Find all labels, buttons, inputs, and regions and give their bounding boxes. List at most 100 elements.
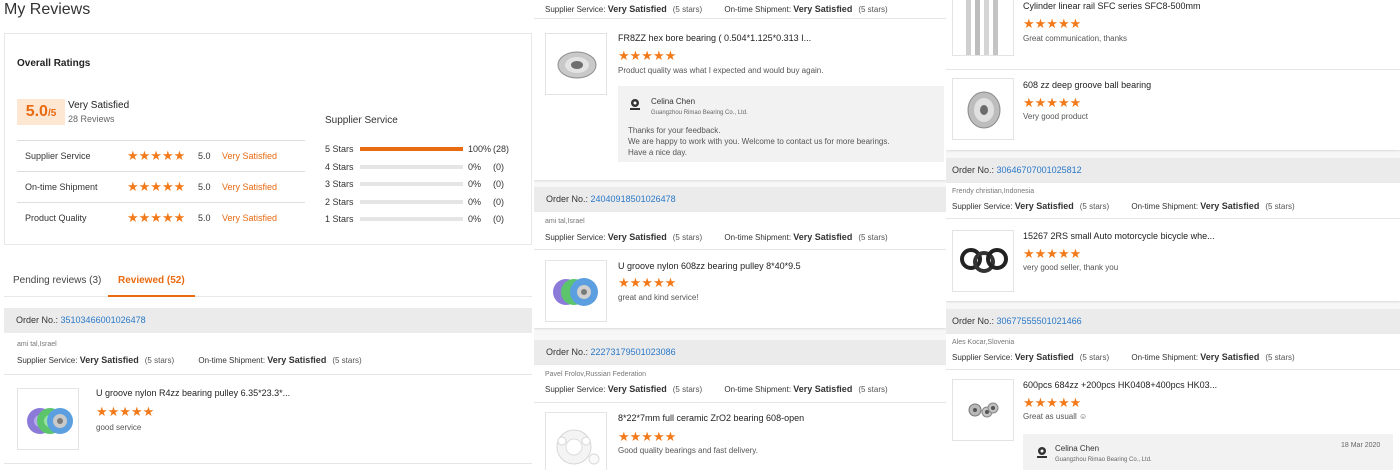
seller-reply: Celina Chen Guangzhou Rimao Bearing Co.,…: [618, 86, 944, 162]
product-title-link[interactable]: 600pcs 684zz +200pcs HK0408+400pcs HK03.…: [1023, 380, 1217, 390]
page-title: My Reviews: [4, 1, 91, 18]
tab-reviewed[interactable]: Reviewed (52): [108, 275, 195, 297]
tab-pending-reviews[interactable]: Pending reviews (3): [13, 275, 101, 286]
review-comment: Great as usuall ☺: [1023, 412, 1088, 421]
reviews-list-panel-3: Cylinder linear rail SFC series SFC8-500…: [946, 0, 1400, 470]
product-star-rating: ★★★★★: [618, 429, 677, 444]
supplier-service-dist-title: Supplier Service: [325, 115, 398, 126]
divider: [534, 18, 946, 19]
seller-logo-icon: [628, 98, 642, 112]
seller-name: Celina Chen: [1055, 444, 1100, 453]
seller-reply-text: Thanks for your feedback. We are happy t…: [628, 126, 890, 157]
rating-row-product-quality: Product Quality ★★★★★ 5.0 Very Satisfied: [17, 203, 305, 234]
review-comment: Good quality bearings and fast delivery.: [618, 446, 758, 455]
order-meta: Supplier Service: Very Satisfied (5 stars…: [545, 4, 888, 14]
dist-bar: [360, 182, 463, 186]
product-thumbnail[interactable]: [952, 230, 1014, 292]
dist-row-2: 2 Stars 0% (0): [325, 196, 504, 207]
review-comment: very good seller, thank you: [1023, 263, 1119, 272]
overall-score-badge: 5.0/5: [17, 99, 65, 125]
reviews-list-panel-2: Supplier Service: Very Satisfied (5 stars…: [534, 0, 946, 470]
rating-value: 5.0: [198, 213, 211, 223]
product-thumbnail[interactable]: [952, 0, 1014, 56]
product-thumbnail[interactable]: [952, 78, 1014, 140]
dist-row-3: 3 Stars 0% (0): [325, 179, 504, 189]
review-comment: Very good product: [1023, 112, 1088, 121]
divider: [946, 369, 1400, 370]
order-header: Order No.: 22273179501023086: [534, 340, 946, 365]
divider: [534, 402, 946, 403]
star-distribution: 5 Stars 100% (28) 4 Stars 0% (0) 3 Stars…: [325, 142, 525, 230]
product-title-link[interactable]: 608 zz deep groove ball bearing: [1023, 80, 1151, 90]
seller-reply: Celina Chen Guangzhou Rimao Bearing Co.,…: [1023, 434, 1393, 470]
product-thumbnail[interactable]: [17, 388, 79, 450]
buyer-name: ami tal,Israel: [545, 218, 585, 225]
star-rating: ★★★★★: [127, 210, 186, 225]
product-thumbnail[interactable]: [545, 33, 607, 95]
overall-ratings-card: Overall Ratings 5.0/5 Very Satisfied 28 …: [4, 33, 532, 245]
product-star-rating: ★★★★★: [96, 404, 155, 419]
seller-name: Celina Chen: [651, 97, 696, 106]
product-star-rating: ★★★★★: [1023, 95, 1082, 110]
product-star-rating: ★★★★★: [618, 275, 677, 290]
star-rating: ★★★★★: [127, 148, 186, 163]
seller-logo-icon: [1035, 446, 1049, 460]
buyer-name: Ales Kocar,Slovenia: [952, 339, 1015, 346]
rating-value: 5.0: [198, 182, 211, 192]
dist-bar: [360, 217, 463, 221]
rating-row-label: On-time Shipment: [25, 182, 98, 192]
dist-row-5: 5 Stars 100% (28): [325, 144, 510, 154]
review-comment: Great communication, thanks: [1023, 34, 1128, 43]
divider: [946, 69, 1400, 70]
divider: [4, 463, 532, 464]
buyer-name: Frendy christian,Indonesia: [952, 188, 1035, 195]
order-meta: Supplier Service: Very Satisfied (5 stars…: [545, 232, 888, 242]
dist-bar: [360, 164, 463, 169]
product-title-link[interactable]: U groove nylon R4zz bearing pulley 6.35*…: [96, 388, 290, 398]
order-number-link[interactable]: 30677555501021466: [997, 316, 1082, 326]
product-title-link[interactable]: U groove nylon 608zz bearing pulley 8*40…: [618, 261, 801, 271]
dist-bar: [360, 147, 463, 151]
divider: [534, 249, 946, 250]
product-star-rating: ★★★★★: [1023, 246, 1082, 261]
product-thumbnail[interactable]: [545, 412, 607, 470]
dist-row-4: 4 Stars 0% (0): [325, 161, 504, 172]
product-star-rating: ★★★★★: [618, 48, 677, 63]
review-card: [946, 0, 1400, 150]
product-thumbnail[interactable]: [545, 260, 607, 322]
order-meta: Supplier Service: Very Satisfied (5 stars…: [952, 201, 1295, 211]
order-header: Order No.: 24040918501026478: [534, 187, 946, 212]
rating-breakdown-table: Supplier Service ★★★★★ 5.0 Very Satisfie…: [17, 140, 305, 234]
rating-status: Very Satisfied: [222, 213, 278, 223]
product-title-link[interactable]: Cylinder linear rail SFC series SFC8-500…: [1023, 1, 1201, 11]
dist-row-1: 1 Stars 0% (0): [325, 214, 504, 224]
product-thumbnail[interactable]: [952, 379, 1014, 441]
review-comment: Product quality was what I expected and …: [618, 66, 824, 75]
product-title-link[interactable]: 8*22*7mm full ceramic ZrO2 bearing 608-o…: [618, 413, 804, 423]
reviews-overview-panel: My Reviews Overall Ratings 5.0/5 Very Sa…: [0, 0, 534, 470]
order-number-link[interactable]: 35103466001026478: [61, 315, 146, 325]
buyer-name: ami tal,Israel: [17, 341, 57, 348]
divider: [946, 218, 1400, 219]
rating-row-supplier-service: Supplier Service ★★★★★ 5.0 Very Satisfie…: [17, 141, 305, 172]
rating-status: Very Satisfied: [222, 151, 278, 161]
product-star-rating: ★★★★★: [1023, 395, 1082, 410]
buyer-name: Pavel Frolov,Russian Federation: [545, 371, 647, 378]
rating-status: Very Satisfied: [222, 182, 278, 192]
seller-company: Guangzhou Rimao Bearing Co., Ltd.: [1055, 457, 1152, 463]
product-title-link[interactable]: 15267 2RS small Auto motorcycle bicycle …: [1023, 231, 1215, 241]
product-title-link[interactable]: FR8ZZ hex bore bearing ( 0.504*1.125*0.3…: [618, 33, 811, 43]
order-number-link[interactable]: 24040918501026478: [591, 194, 676, 204]
order-header: Order No.: 30646707001025812: [946, 158, 1400, 183]
overall-score-label: Very Satisfied: [68, 100, 130, 111]
review-comment: great and kind service!: [618, 293, 699, 302]
seller-company: Guangzhou Rimao Bearing Co., Ltd.: [651, 110, 748, 116]
order-number-link[interactable]: 30646707001025812: [997, 165, 1082, 175]
divider: [4, 374, 532, 375]
review-comment: good service: [96, 423, 142, 432]
star-rating: ★★★★★: [127, 179, 186, 194]
review-tabs: Pending reviews (3) Reviewed (52): [4, 265, 532, 297]
order-number-link[interactable]: 22273179501023086: [591, 347, 676, 357]
product-star-rating: ★★★★★: [1023, 16, 1082, 31]
order-meta: Supplier Service: Very Satisfied (5 stars…: [952, 352, 1295, 362]
